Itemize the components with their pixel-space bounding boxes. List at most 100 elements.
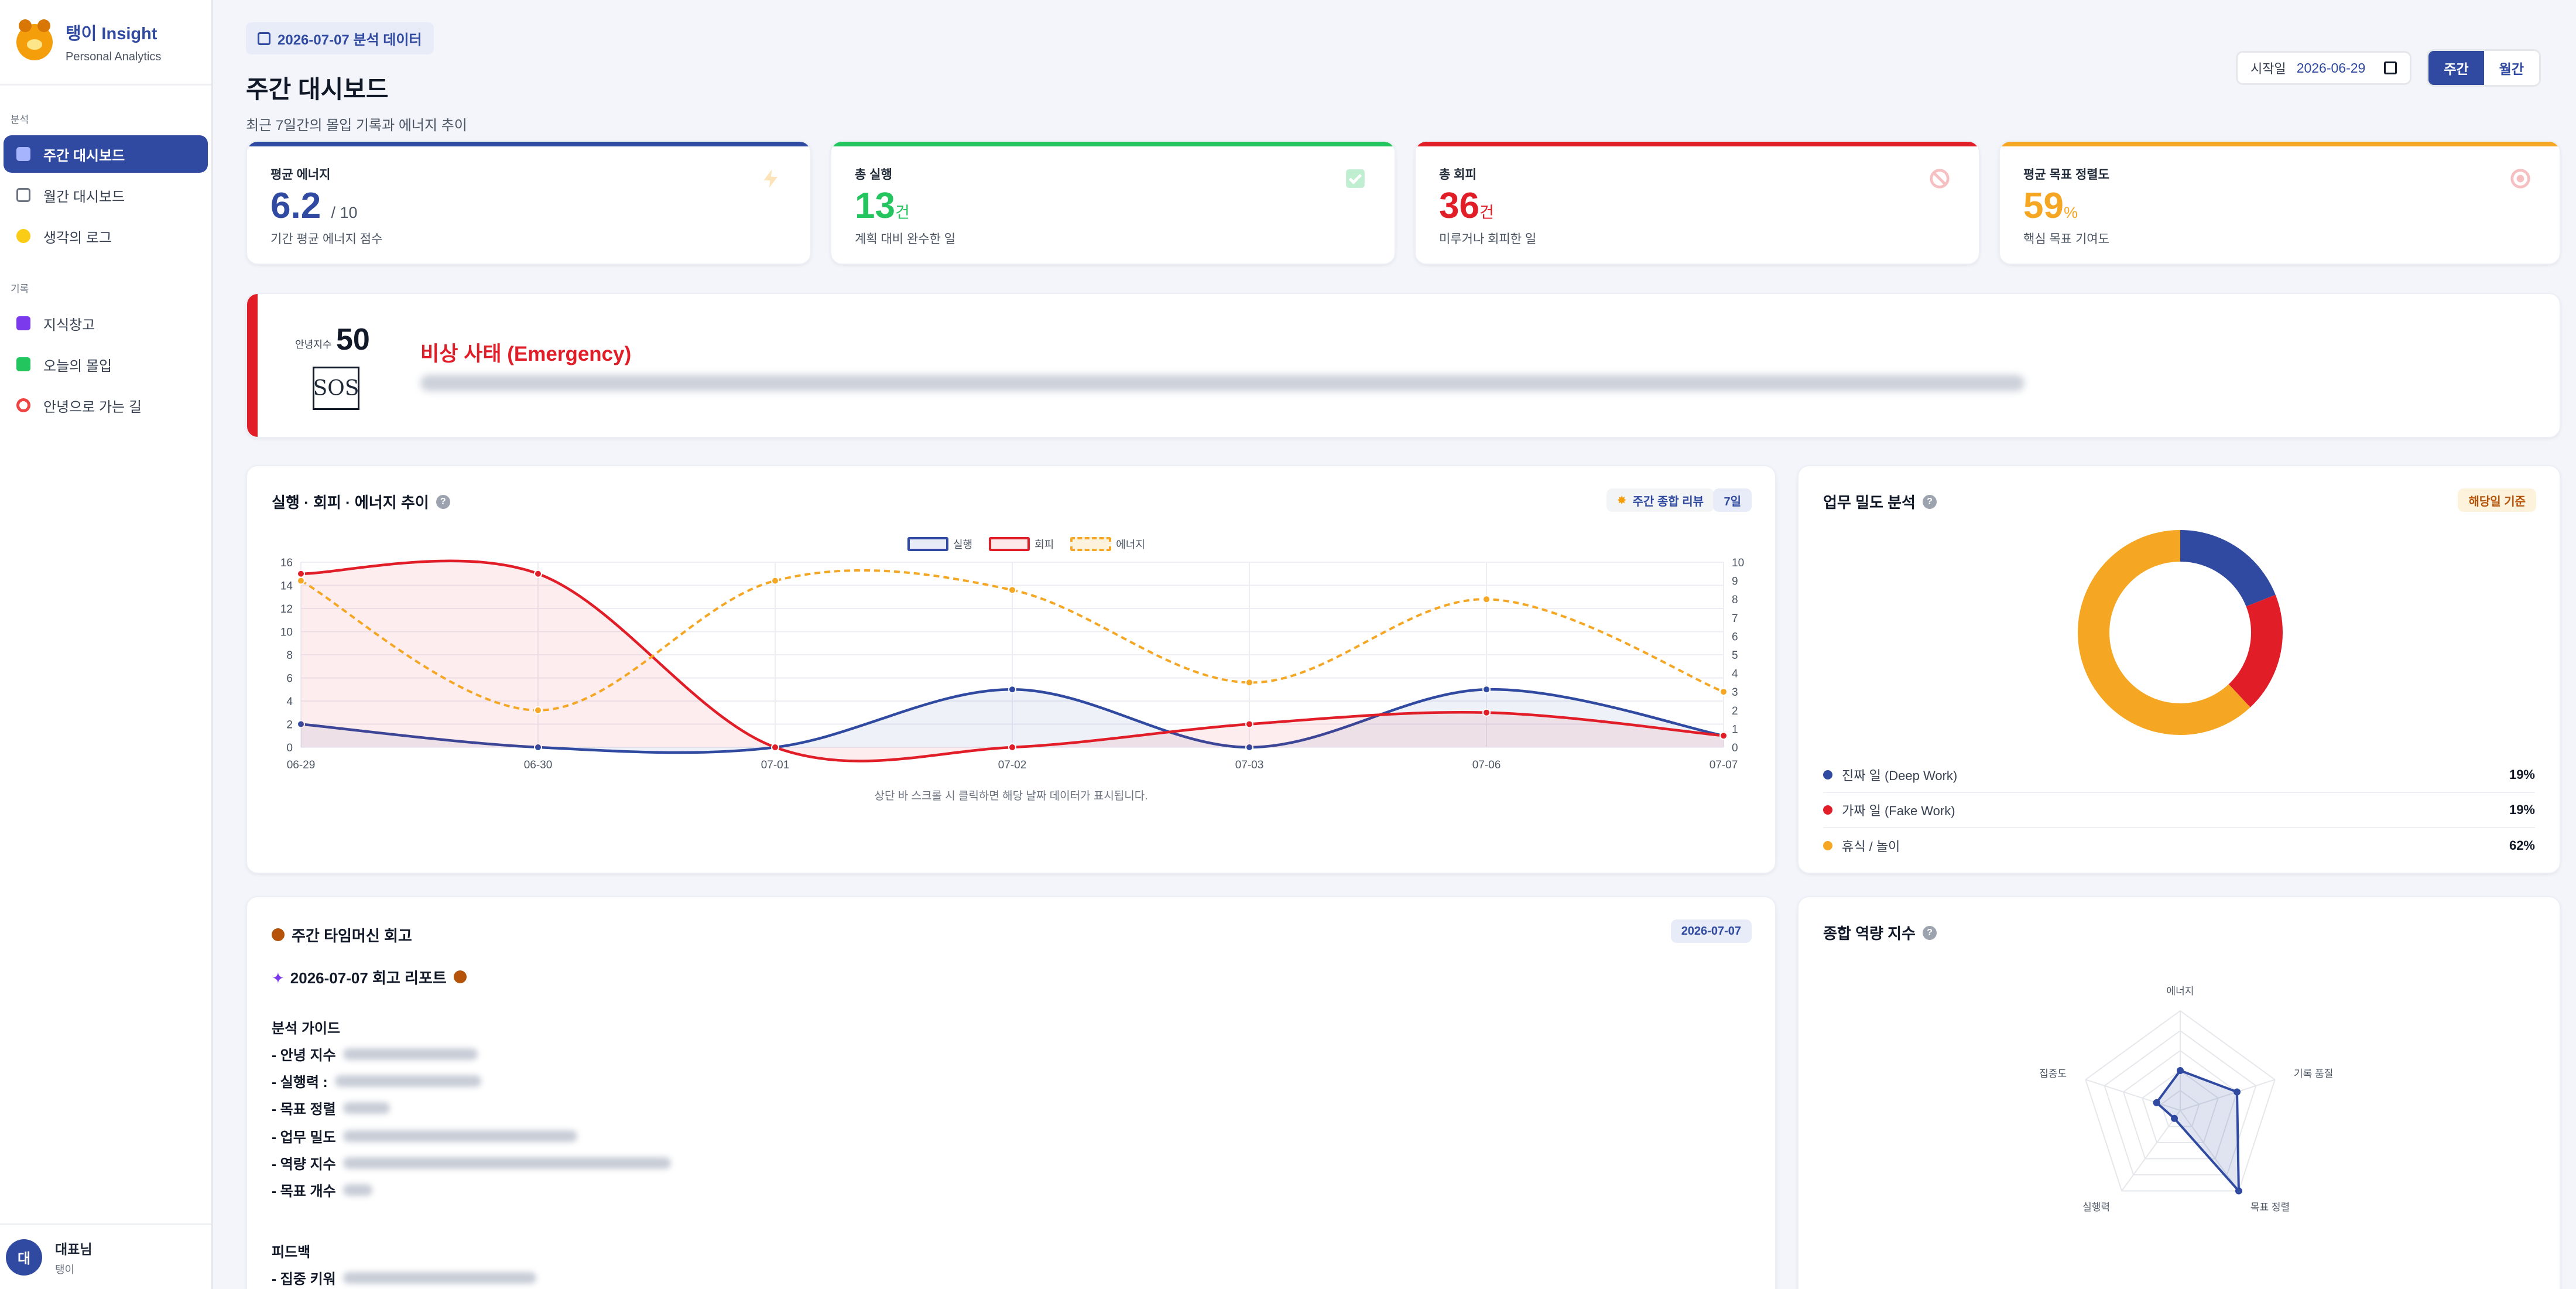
kpi-label: 평균 목표 정렬도 xyxy=(2023,168,2109,182)
sidebar-item-label: 오늘의 몰입 xyxy=(43,358,112,374)
data-point-에너지-07-06 xyxy=(1482,595,1491,604)
flex-icon: ✦ xyxy=(272,969,285,987)
y-right-tick-label: 5 xyxy=(1732,649,1738,662)
kpi-accent-bar xyxy=(247,142,810,146)
guide-item: - 역량 지수 xyxy=(272,1153,671,1173)
data-point-실행-07-02 xyxy=(1008,685,1016,694)
legend-percent: 19% xyxy=(2509,767,2535,782)
y-right-tick-label: 6 xyxy=(1732,631,1738,643)
prohibited-icon xyxy=(1930,169,1950,189)
radar-point-집중도 xyxy=(2153,1099,2160,1106)
data-point-실행-07-06 xyxy=(1482,685,1491,694)
y-left-tick-label: 14 xyxy=(280,580,293,593)
guide-item: - 안녕 지수 xyxy=(272,1044,478,1064)
data-point-에너지-06-29 xyxy=(297,576,305,585)
review-date-badge[interactable]: 2026-07-07 xyxy=(1670,919,1752,943)
calendar-picker-icon[interactable] xyxy=(2384,61,2397,74)
brand[interactable]: 탱이 Insight Personal Analytics xyxy=(0,0,211,86)
sidebar-item-today-focus[interactable]: 오늘의 몰입 xyxy=(4,346,208,383)
sidebar-item-monthly-dashboard[interactable]: 월간 대시보드 xyxy=(4,176,208,214)
nav-section-record: 기록 xyxy=(11,283,29,295)
guide-item: - 목표 개수 xyxy=(272,1179,372,1200)
data-point-회피-07-02 xyxy=(1008,743,1016,751)
capability-radar-chart[interactable]: 에너지기록 품질목표 정렬 실행력 집중도 xyxy=(1799,897,2562,1289)
feedback-item: - 집중 키워 xyxy=(272,1267,536,1288)
weekly-button[interactable]: 주간 xyxy=(2428,51,2484,85)
wellbeing-index-label: 안녕지수 xyxy=(295,339,332,350)
y-left-tick-label: 2 xyxy=(286,719,293,731)
kpi-value: 6.2 / 10 xyxy=(270,186,358,226)
kpi-description: 계획 대비 완수한 일 xyxy=(855,233,956,246)
redacted-text xyxy=(342,1130,577,1142)
legend-label: 휴식 / 놀이 xyxy=(1842,839,1900,854)
data-point-에너지-07-01 xyxy=(771,576,779,585)
brand-subtitle: Personal Analytics xyxy=(66,50,162,63)
redacted-text xyxy=(342,1048,478,1060)
legend-dot xyxy=(1823,805,1832,815)
avatar: 대 xyxy=(6,1239,42,1276)
y-right-tick-label: 9 xyxy=(1732,576,1738,588)
y-right-tick-label: 7 xyxy=(1732,613,1738,625)
sidebar-item-knowledge[interactable]: 지식창고 xyxy=(4,305,208,342)
redacted-text xyxy=(342,1271,536,1284)
kpi-card-avoided: 총 회피 36건 미루거나 회피한 일 xyxy=(1414,141,1980,265)
sidebar-item-weekly-dashboard[interactable]: 주간 대시보드 xyxy=(4,135,208,173)
data-point-에너지-07-07 xyxy=(1719,688,1728,696)
legend-row-rest: 휴식 / 놀이 62% xyxy=(1823,828,2535,863)
radar-point-에너지 xyxy=(2177,1067,2184,1074)
lightning-icon xyxy=(763,169,778,188)
y-right-tick-label: 10 xyxy=(1732,557,1744,569)
radar-point-목표 정렬 xyxy=(2235,1187,2242,1195)
sidebar-item-road-to-wellbeing[interactable]: 안녕으로 가는 길 xyxy=(4,387,208,424)
guide-item: - 업무 밀도 xyxy=(272,1126,577,1146)
data-point-회피-07-03 xyxy=(1245,720,1253,729)
legend-label: 가짜 일 (Fake Work) xyxy=(1842,804,1955,818)
check-icon xyxy=(1346,169,1365,188)
kpi-label: 평균 에너지 xyxy=(270,168,331,182)
kpi-accent-bar xyxy=(2000,142,2560,146)
x-tick-label: 06-30 xyxy=(524,759,553,771)
radar-axis-label: 기록 품질 xyxy=(2294,1068,2333,1079)
bear-icon xyxy=(453,970,467,983)
guide-title: 분석 가이드 xyxy=(272,1021,341,1037)
trend-line-chart[interactable]: 024681012141601234567891006-29 06-30 07-01… xyxy=(247,466,1777,875)
period-toggle: 주간 월간 xyxy=(2427,49,2541,87)
calendar-icon xyxy=(258,32,270,45)
radar-point-실행력 xyxy=(2171,1114,2178,1122)
data-point-회피-06-30 xyxy=(534,569,542,578)
page-subtitle: 최근 7일간의 몰입 기록과 에너지 추이 xyxy=(246,118,467,134)
calendar-icon xyxy=(16,188,30,202)
sidebar-item-label: 생각의 로그 xyxy=(43,230,112,246)
y-left-tick-label: 6 xyxy=(286,673,293,685)
y-left-tick-label: 8 xyxy=(286,649,293,662)
alert-stripe xyxy=(247,294,258,437)
data-point-회피-07-01 xyxy=(771,743,779,751)
y-right-tick-label: 4 xyxy=(1732,668,1738,681)
y-left-tick-label: 16 xyxy=(280,557,293,569)
legend-dot xyxy=(1823,770,1832,779)
start-date-value[interactable]: 2026-06-29 xyxy=(2297,60,2366,76)
weekly-review-card: 주간 타임머신 회고 2026-07-07 ✦ 2026-07-07 회고 리포트… xyxy=(246,896,1776,1289)
kpi-value: 13건 xyxy=(855,186,910,226)
kpi-description: 미루거나 회피한 일 xyxy=(1439,233,1537,246)
data-point-에너지-06-30 xyxy=(534,706,542,714)
start-date-field[interactable]: 시작일 2026-06-29 xyxy=(2235,51,2412,85)
sidebar-item-label: 월간 대시보드 xyxy=(43,189,125,205)
kpi-label: 총 실행 xyxy=(855,168,892,182)
review-title: 주간 타임머신 회고 xyxy=(272,924,412,946)
radar-axis-label: 에너지 xyxy=(2167,986,2194,997)
alert-title: 비상 사태 (Emergency) xyxy=(420,343,632,365)
work-density-donut-chart[interactable] xyxy=(1799,466,2562,747)
radar-axis-label: 집중도 xyxy=(2039,1068,2067,1079)
monthly-button[interactable]: 월간 xyxy=(2484,51,2539,85)
x-tick-label: 07-02 xyxy=(998,759,1027,771)
guide-item: - 목표 정렬 xyxy=(272,1097,390,1118)
user-profile[interactable]: 대 대표님 탱이 xyxy=(0,1223,211,1289)
legend-percent: 62% xyxy=(2509,838,2535,853)
work-density-card: 업무 밀도 분석? 해당일 기준 진짜 일 (Deep Work) 19% 가짜… xyxy=(1797,465,2561,874)
legend-percent: 19% xyxy=(2509,802,2535,817)
y-right-tick-label: 0 xyxy=(1732,742,1738,754)
sidebar-item-thought-log[interactable]: 생각의 로그 xyxy=(4,217,208,255)
legend-row-fake-work: 가짜 일 (Fake Work) 19% xyxy=(1823,793,2535,828)
x-tick-label: 06-29 xyxy=(287,759,316,771)
